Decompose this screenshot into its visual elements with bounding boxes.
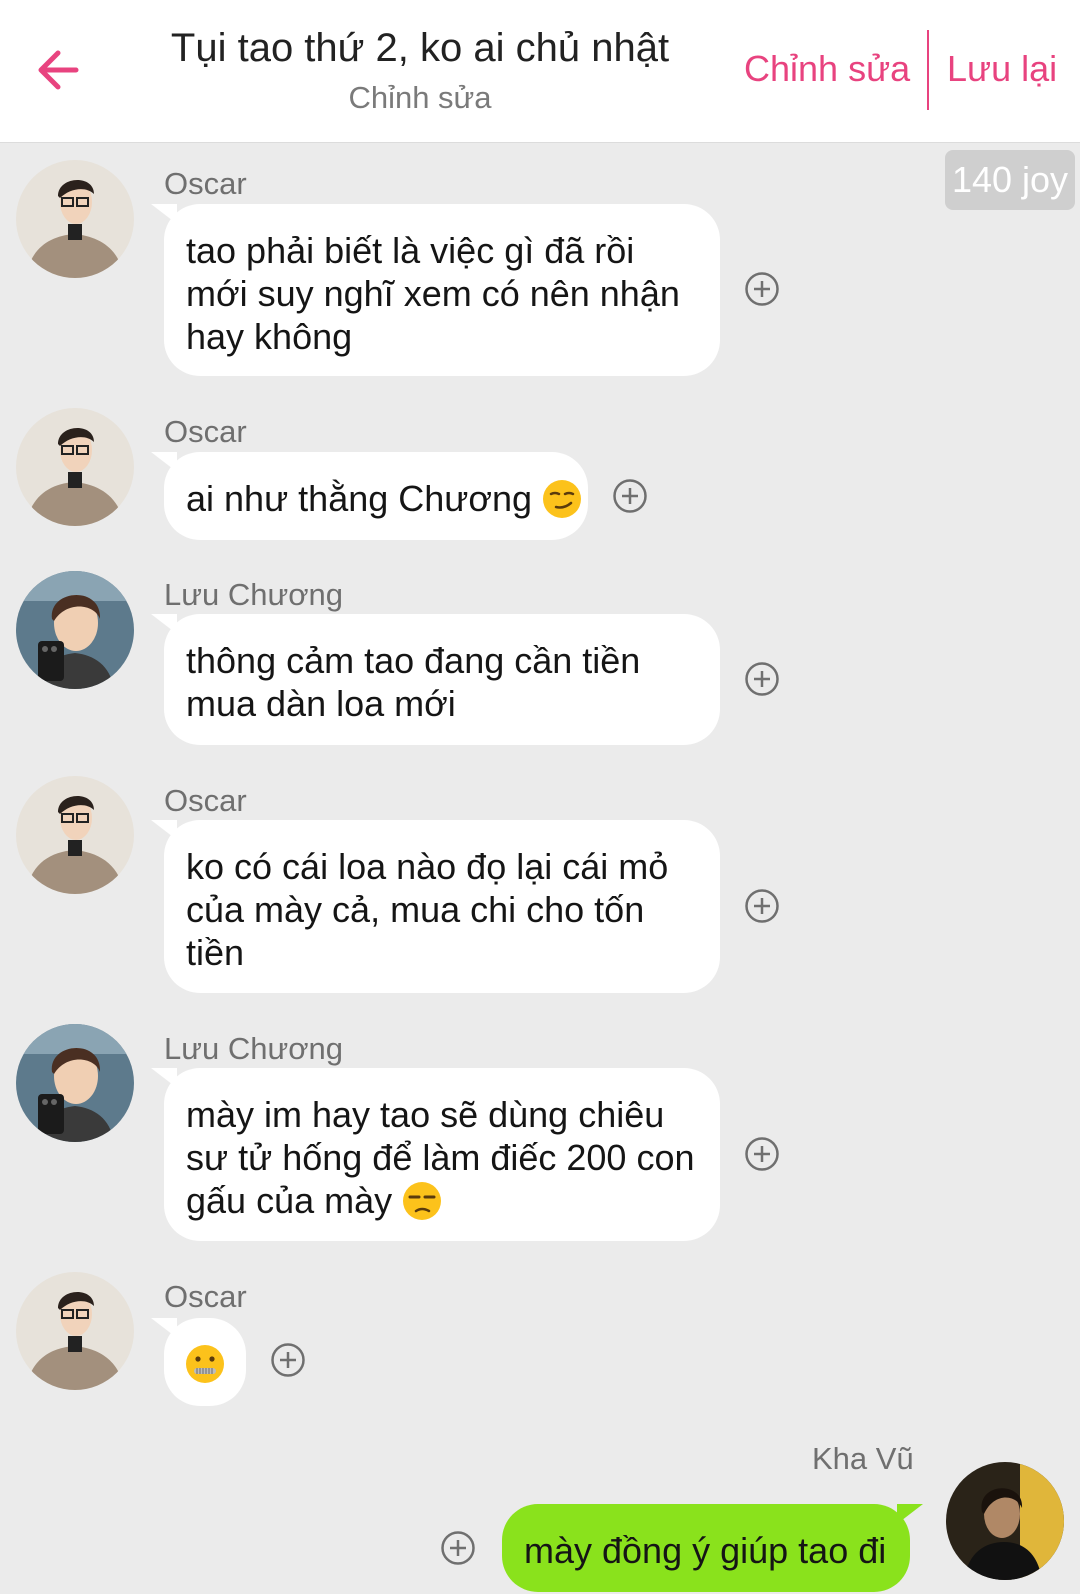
sender-name: Oscar (164, 414, 247, 449)
smirk-emoji-icon (543, 480, 582, 518)
avatar-oscar[interactable] (16, 1272, 134, 1390)
message-text: thông cảm tao đang cần tiền mua dàn loa … (186, 640, 641, 724)
chat-header: Tụi tao thứ 2, ko ai chủ nhật Chỉnh sửa … (0, 0, 1080, 143)
avatar-luu-chuong[interactable] (16, 571, 134, 689)
message-text: ai như thằng Chương (186, 478, 533, 519)
message-bubble[interactable]: mày im hay tao sẽ dùng chiêu sư tử hống … (151, 1068, 720, 1241)
unamused-emoji-icon (403, 1182, 442, 1220)
message-bubble[interactable] (151, 1318, 246, 1406)
add-reaction-icon[interactable] (744, 1136, 780, 1172)
message-text: mày đồng ý giúp tao đi (524, 1530, 887, 1571)
message-bubble[interactable]: ko có cái loa nào đọ lại cái mỏ của mày … (151, 820, 720, 993)
page-subtitle: Chỉnh sửa (348, 80, 492, 115)
message-text: ko có cái loa nào đọ lại cái mỏ của mày … (186, 846, 669, 973)
message-bubble[interactable]: tao phải biết là việc gì đã rồi mới suy … (151, 204, 720, 376)
title-block: Tụi tao thứ 2, ko ai chủ nhật Chỉnh sửa (110, 22, 730, 118)
add-reaction-icon[interactable] (744, 661, 780, 697)
sent-message-bubble[interactable]: mày đồng ý giúp tao đi (502, 1504, 923, 1592)
sender-name: Lưu Chương (164, 577, 344, 612)
avatar-oscar[interactable] (16, 776, 134, 894)
back-arrow-icon[interactable] (30, 40, 90, 100)
sender-name: Kha Vũ (812, 1441, 914, 1476)
add-reaction-icon[interactable] (744, 271, 780, 307)
edit-button[interactable]: Chỉnh sửa (744, 48, 910, 90)
message-text: tao phải biết là việc gì đã rồi mới suy … (186, 230, 680, 357)
avatar-oscar[interactable] (16, 160, 134, 278)
avatar-oscar[interactable] (16, 408, 134, 526)
message-bubble[interactable]: ai như thằng Chương (151, 452, 588, 540)
add-reaction-icon[interactable] (612, 478, 648, 514)
add-reaction-icon[interactable] (440, 1530, 476, 1566)
page-title: Tụi tao thứ 2, ko ai chủ nhật (170, 26, 670, 70)
sender-name: Oscar (164, 1279, 247, 1314)
sender-name: Lưu Chương (164, 1031, 344, 1066)
sender-name: Oscar (164, 166, 247, 201)
message-bubble[interactable]: thông cảm tao đang cần tiền mua dàn loa … (151, 614, 720, 745)
add-reaction-icon[interactable] (744, 888, 780, 924)
avatar-kha-vu[interactable] (946, 1462, 1064, 1580)
sender-name: Oscar (164, 783, 247, 818)
add-reaction-icon[interactable] (270, 1342, 306, 1378)
zipper-mouth-emoji-icon (186, 1345, 224, 1383)
joy-badge: 140 joy (945, 150, 1075, 210)
header-divider (927, 30, 929, 110)
save-button[interactable]: Lưu lại (947, 48, 1057, 90)
avatar-luu-chuong[interactable] (16, 1024, 134, 1142)
